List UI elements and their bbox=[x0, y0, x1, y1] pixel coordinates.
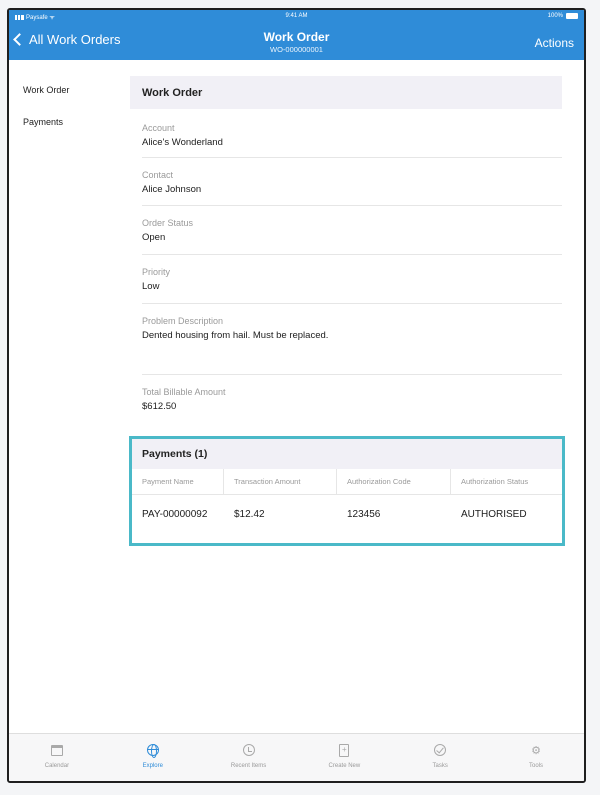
globe-icon bbox=[146, 743, 160, 758]
ipad-frame: Paysafe ᯤ 9:41 AM 100% All Work Orders W… bbox=[7, 8, 586, 783]
status-time: 9:41 AM bbox=[285, 13, 308, 19]
battery-percent: 100% bbox=[547, 13, 563, 19]
gear-icon: ⚙ bbox=[531, 744, 541, 757]
field-value: Alice Johnson bbox=[142, 184, 202, 195]
payments-header[interactable]: Payments (1) bbox=[132, 439, 562, 469]
field-problem-description: Problem Description Dented housing from … bbox=[142, 304, 562, 375]
tab-label: Tools bbox=[529, 763, 544, 769]
tab-label: Tasks bbox=[432, 763, 448, 769]
field-priority: Priority Low bbox=[142, 255, 562, 304]
section-nav: Work Order Payments bbox=[23, 85, 123, 149]
field-account: Account Alice's Wonderland bbox=[142, 109, 562, 158]
section-nav-payments[interactable]: Payments bbox=[23, 117, 123, 127]
field-value: Open bbox=[142, 232, 166, 243]
field-value: Low bbox=[142, 281, 160, 292]
field-label: Contact bbox=[142, 170, 174, 180]
tab-calendar[interactable]: Calendar bbox=[9, 734, 105, 781]
nav-bar: Paysafe ᯤ 9:41 AM 100% All Work Orders W… bbox=[9, 10, 584, 60]
tab-tasks[interactable]: Tasks bbox=[392, 734, 488, 781]
tab-label: Recent Items bbox=[230, 763, 267, 769]
field-contact: Contact Alice Johnson bbox=[142, 158, 562, 206]
table-row[interactable]: PAY-00000092 $12.42 123456 AUTHORISED bbox=[132, 495, 562, 533]
section-nav-work-order[interactable]: Work Order bbox=[23, 85, 123, 95]
tab-recent-items[interactable]: Recent Items bbox=[201, 734, 297, 781]
transaction-amount-cell: $12.42 bbox=[234, 508, 265, 520]
column-authorization-code: Authorization Code bbox=[337, 469, 451, 494]
calendar-icon bbox=[50, 743, 64, 757]
status-bar: Paysafe ᯤ 9:41 AM 100% bbox=[9, 10, 584, 24]
tab-bar: Calendar Explore Recent Items + Create N… bbox=[9, 733, 584, 781]
field-label: Order Status bbox=[142, 218, 194, 228]
column-transaction-amount: Transaction Amount bbox=[224, 469, 337, 494]
actions-button[interactable]: Actions bbox=[535, 36, 574, 50]
tab-label: Calendar bbox=[44, 763, 70, 769]
field-value: Alice's Wonderland bbox=[142, 137, 223, 148]
field-value: $612.50 bbox=[142, 401, 177, 412]
tab-label: Explore bbox=[142, 763, 163, 769]
tab-label: Create New bbox=[328, 763, 361, 769]
field-label: Priority bbox=[142, 267, 171, 277]
payment-name-cell: PAY-00000092 bbox=[142, 508, 208, 520]
tab-create-new[interactable]: + Create New bbox=[296, 734, 392, 781]
battery-icon bbox=[566, 13, 578, 19]
field-value: Dented housing from hail. Must be replac… bbox=[142, 330, 329, 341]
clock-icon bbox=[242, 743, 256, 757]
field-label: Problem Description bbox=[142, 316, 224, 326]
check-circle-icon bbox=[433, 743, 447, 757]
column-authorization-status: Authorization Status bbox=[461, 477, 529, 486]
column-payment-name: Payment Name bbox=[132, 469, 224, 494]
field-label: Account bbox=[142, 123, 175, 133]
tab-tools[interactable]: ⚙ Tools bbox=[488, 734, 584, 781]
field-total-billable-amount: Total Billable Amount $612.50 bbox=[142, 375, 562, 427]
authorization-code-cell: 123456 bbox=[347, 508, 381, 520]
payments-related-list: Payments (1) Payment Name Transaction Am… bbox=[129, 436, 565, 546]
battery: 100% bbox=[548, 13, 578, 19]
work-order-number: WO-000000001 bbox=[270, 45, 323, 54]
payments-column-headers: Payment Name Transaction Amount Authoriz… bbox=[132, 469, 562, 495]
work-order-header: Work Order bbox=[130, 76, 562, 109]
authorization-status-cell: AUTHORISED bbox=[461, 508, 527, 520]
tab-explore[interactable]: Explore bbox=[105, 734, 201, 781]
field-order-status: Order Status Open bbox=[142, 206, 562, 255]
field-label: Total Billable Amount bbox=[142, 387, 226, 397]
work-order-section: Work Order Account Alice's Wonderland Co… bbox=[130, 76, 562, 427]
page-title: Work Order bbox=[263, 30, 330, 44]
create-new-icon: + bbox=[337, 743, 351, 757]
